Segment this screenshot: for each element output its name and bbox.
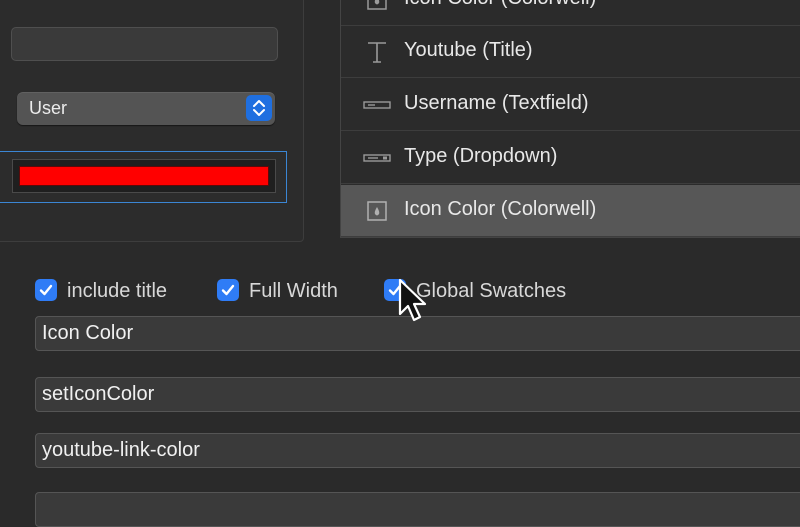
textfield-icon — [363, 93, 391, 117]
preview-popup-button[interactable]: User — [17, 92, 275, 125]
list-item-label: Icon Color (Colorwell) — [404, 198, 597, 220]
dropdown-icon — [363, 146, 391, 170]
list-item-0[interactable]: Icon Color (Colorwell) — [341, 0, 800, 26]
field-list: Icon Color (Colorwell) Youtube (Title) U… — [340, 0, 800, 238]
colorwell-icon — [363, 0, 391, 12]
popup-chevron-icon — [246, 95, 272, 121]
include-title-label: include title — [67, 280, 168, 302]
global-swatches-label: Global Swatches — [416, 280, 567, 302]
title-icon — [363, 40, 391, 64]
popup-value: User — [29, 98, 68, 118]
list-item-label: Icon Color (Colorwell) — [404, 0, 596, 10]
list-item-2[interactable]: Username (Textfield) — [341, 79, 800, 131]
full-width-label: Full Width — [249, 280, 338, 302]
list-item-4[interactable]: Icon Color (Colorwell) — [341, 185, 800, 237]
list-item-label: Youtube (Title) — [404, 39, 533, 61]
list-item-label: Type (Dropdown) — [404, 145, 558, 167]
setter-input[interactable] — [35, 377, 800, 412]
preview-color-well[interactable] — [0, 151, 287, 203]
preview-text-field[interactable] — [11, 27, 278, 61]
color-swatch — [19, 166, 269, 186]
key-input[interactable] — [35, 433, 800, 468]
list-item-1[interactable]: Youtube (Title) — [341, 26, 800, 78]
checkmark-icon — [35, 279, 57, 301]
fourth-input[interactable] — [35, 492, 800, 527]
colorwell-icon — [363, 199, 391, 223]
color-well-border — [12, 159, 276, 193]
list-item-label: Username (Textfield) — [404, 92, 589, 114]
mouse-pointer-icon — [397, 278, 431, 329]
checkmark-icon — [217, 279, 239, 301]
list-item-3[interactable]: Type (Dropdown) — [341, 132, 800, 184]
